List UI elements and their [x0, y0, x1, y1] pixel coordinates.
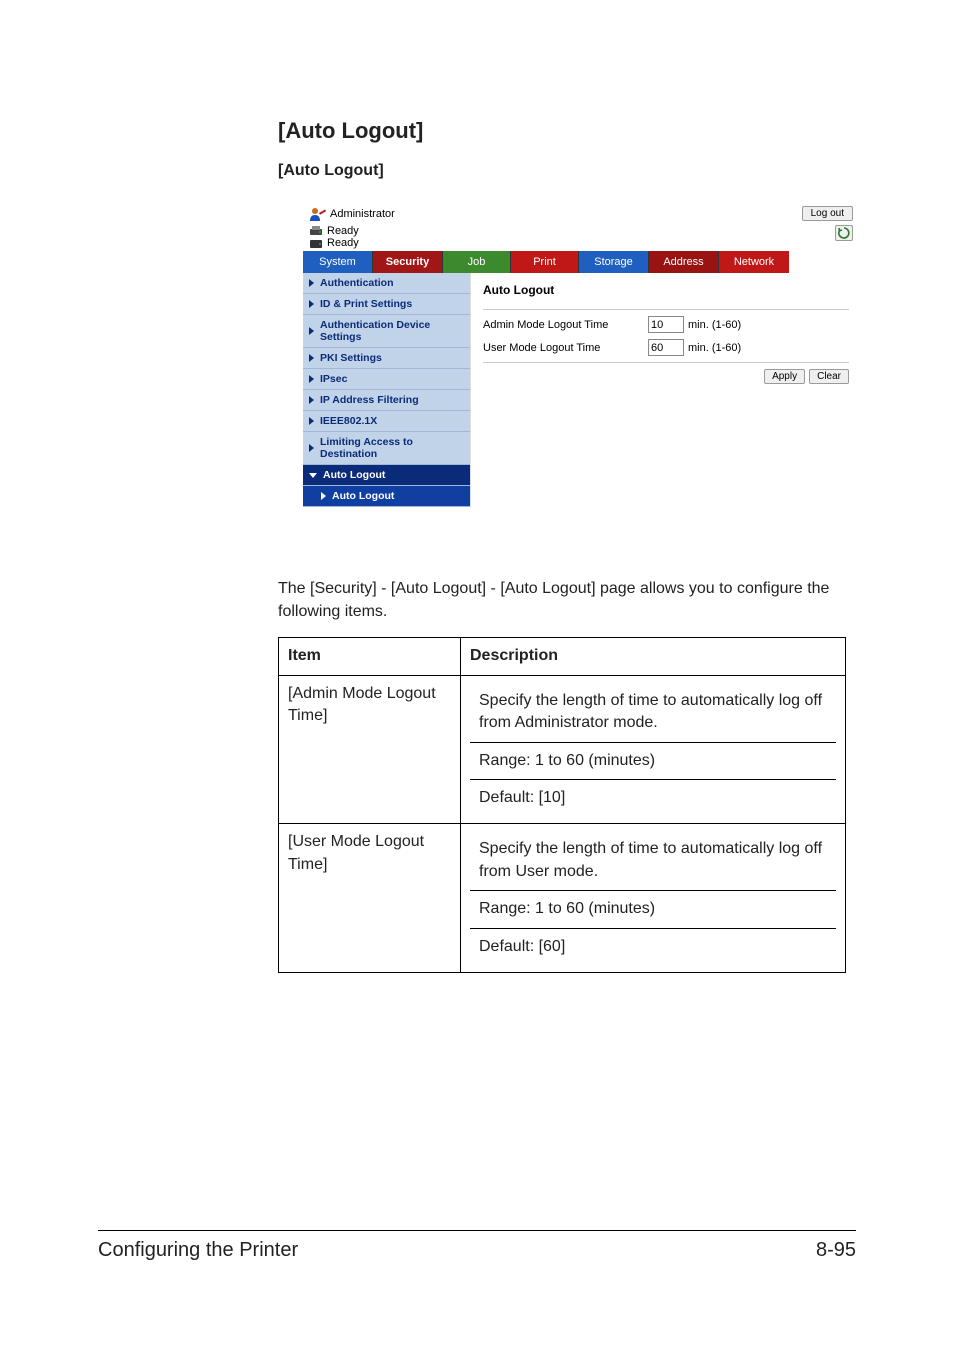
- sidebar-item-label: Authentication Device Settings: [320, 319, 464, 343]
- admin-logout-input[interactable]: [648, 316, 684, 333]
- user-logout-unit: min. (1-60): [688, 342, 741, 354]
- tab-print[interactable]: Print: [511, 251, 579, 273]
- sidebar-item-label: IEEE802.1X: [320, 415, 377, 427]
- sidebar-item-limit-destination[interactable]: Limiting Access to Destination: [303, 432, 470, 465]
- tab-bar: System Security Job Print Storage Addres…: [303, 251, 859, 273]
- table-row: [Admin Mode Logout Time] Specify the len…: [279, 675, 846, 824]
- desc-text: Specify the length of time to automatica…: [470, 683, 836, 742]
- app-header: Administrator Log out: [303, 202, 859, 223]
- sidebar-item-auth-device[interactable]: Authentication Device Settings: [303, 315, 470, 348]
- page-description: The [Security] - [Auto Logout] - [Auto L…: [278, 577, 846, 623]
- sidebar-item-label: IP Address Filtering: [320, 394, 419, 406]
- tab-system[interactable]: System: [303, 251, 373, 273]
- user-logout-row: User Mode Logout Time min. (1-60): [483, 339, 849, 356]
- admin-text: Administrator: [330, 208, 395, 220]
- sidebar-section-auto-logout[interactable]: Auto Logout: [303, 465, 470, 486]
- sidebar-item-ieee8021x[interactable]: IEEE802.1X: [303, 411, 470, 432]
- desc-range: Range: 1 to 60 (minutes): [470, 890, 836, 927]
- settings-table: Item Description [Admin Mode Logout Time…: [278, 637, 846, 973]
- printer-status: Ready: [309, 225, 359, 237]
- section-heading: [Auto Logout]: [278, 118, 856, 144]
- admin-logout-row: Admin Mode Logout Time min. (1-60): [483, 316, 849, 333]
- sidebar-item-label: IPsec: [320, 373, 347, 385]
- refresh-icon: [838, 227, 850, 239]
- sidebar-item-label: Auto Logout: [323, 469, 385, 481]
- content-panel: Auto Logout Admin Mode Logout Time min. …: [471, 273, 859, 507]
- table-row: [User Mode Logout Time] Specify the leng…: [279, 824, 846, 973]
- refresh-button[interactable]: [835, 225, 853, 241]
- device-ready-text: Ready: [327, 237, 359, 249]
- device-status: Ready: [309, 237, 359, 249]
- content-title: Auto Logout: [483, 283, 849, 297]
- logout-button[interactable]: Log out: [802, 206, 853, 221]
- desc-default: Default: [10]: [470, 779, 836, 816]
- printer-icon: [309, 225, 323, 237]
- clear-button[interactable]: Clear: [809, 369, 849, 384]
- sidebar-item-label: Auto Logout: [332, 490, 394, 502]
- footer-page-number: 8-95: [816, 1239, 856, 1262]
- sidebar-item-ipsec[interactable]: IPsec: [303, 369, 470, 390]
- apply-button[interactable]: Apply: [764, 369, 805, 384]
- footer-title: Configuring the Printer: [98, 1239, 298, 1262]
- sidebar-item-id-print[interactable]: ID & Print Settings: [303, 294, 470, 315]
- admin-logout-unit: min. (1-60): [688, 319, 741, 331]
- header-description: Description: [461, 638, 846, 675]
- item-cell: [Admin Mode Logout Time]: [279, 675, 461, 824]
- sidebar-item-pki[interactable]: PKI Settings: [303, 348, 470, 369]
- status-area: Ready Ready: [303, 223, 859, 251]
- desc-range: Range: 1 to 60 (minutes): [470, 742, 836, 779]
- device-icon: [309, 237, 323, 249]
- desc-default: Default: [60]: [470, 928, 836, 965]
- admin-icon: [309, 207, 327, 221]
- sidebar-item-authentication[interactable]: Authentication: [303, 273, 470, 294]
- table-header-row: Item Description: [279, 638, 846, 675]
- admin-logout-label: Admin Mode Logout Time: [483, 319, 648, 331]
- divider: [483, 362, 849, 363]
- tab-job[interactable]: Job: [443, 251, 511, 273]
- desc-text: Specify the length of time to automatica…: [470, 831, 836, 890]
- sidebar-item-label: ID & Print Settings: [320, 298, 412, 310]
- sidebar: Authentication ID & Print Settings Authe…: [303, 273, 471, 507]
- sidebar-item-label: Limiting Access to Destination: [320, 436, 464, 460]
- sidebar-item-label: PKI Settings: [320, 352, 382, 364]
- sidebar-item-auto-logout[interactable]: Auto Logout: [303, 486, 470, 507]
- desc-cell: Specify the length of time to automatica…: [461, 675, 846, 824]
- tab-security[interactable]: Security: [373, 251, 443, 273]
- divider: [483, 309, 849, 310]
- sub-heading: [Auto Logout]: [278, 162, 856, 180]
- sidebar-item-ip-filtering[interactable]: IP Address Filtering: [303, 390, 470, 411]
- user-logout-input[interactable]: [648, 339, 684, 356]
- user-logout-label: User Mode Logout Time: [483, 342, 648, 354]
- sidebar-item-label: Authentication: [320, 277, 394, 289]
- web-app-screenshot: Administrator Log out Ready: [303, 202, 859, 507]
- tab-storage[interactable]: Storage: [579, 251, 649, 273]
- item-cell: [User Mode Logout Time]: [279, 824, 461, 973]
- header-item: Item: [279, 638, 461, 675]
- admin-label: Administrator: [309, 207, 395, 221]
- page-footer: Configuring the Printer 8-95: [98, 1230, 856, 1262]
- tab-network[interactable]: Network: [719, 251, 789, 273]
- printer-ready-text: Ready: [327, 225, 359, 237]
- desc-cell: Specify the length of time to automatica…: [461, 824, 846, 973]
- tab-address[interactable]: Address: [649, 251, 719, 273]
